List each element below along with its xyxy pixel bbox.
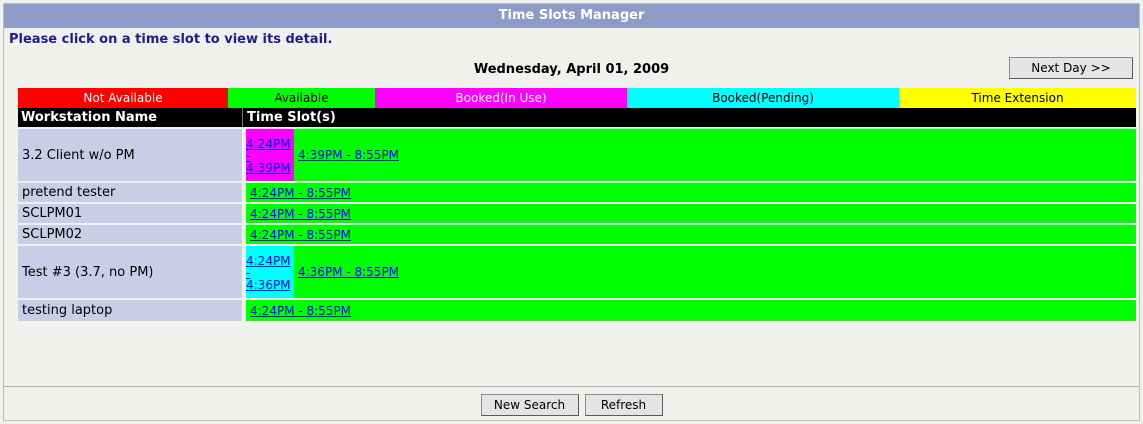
date-row: Wednesday, April 01, 2009 Next Day >> [4,52,1139,88]
page-title: Time Slots Manager [4,4,1139,28]
time-slot-table: Workstation Name Time Slot(s) 3.2 Client… [18,108,1136,321]
table-row: SCLPM01 4:24PM - 8:55PM [18,204,1136,223]
time-slot-available[interactable]: 4:39PM - 8:55PM [298,148,399,162]
slot-bar: 4:24PM - 8:55PM [246,183,1136,202]
workstation-name: SCLPM01 [18,204,242,223]
time-slot-booked-in-use[interactable]: 4:24PM - 4:39PM [246,129,294,181]
time-slot-available[interactable]: 4:24PM - 8:55PM [250,207,351,221]
table-row: testing laptop 4:24PM - 8:55PM [18,300,1136,321]
time-slot-available[interactable]: 4:36PM - 8:55PM [298,265,399,279]
new-search-button[interactable]: New Search [480,394,579,416]
legend-available: Available [228,88,375,108]
workstation-name: SCLPM02 [18,225,242,244]
table-row: pretend tester 4:24PM - 8:55PM [18,183,1136,202]
slot-bar: 4:24PM - 4:36PM 4:36PM - 8:55PM [246,246,1136,298]
table-header: Workstation Name Time Slot(s) [18,108,1136,127]
instruction-text: Please click on a time slot to view its … [9,32,333,47]
header-time-slots: Time Slot(s) [242,108,1136,127]
time-slots-window: Time Slots Manager Please click on a tim… [3,3,1140,421]
legend-time-extension: Time Extension [899,88,1136,108]
slot-bar: 4:24PM - 4:39PM 4:39PM - 8:55PM [246,129,1136,181]
time-slot-booked-pending[interactable]: 4:24PM - 4:36PM [246,246,294,298]
slot-bar: 4:24PM - 8:55PM [246,204,1136,223]
slot-bar: 4:24PM - 8:55PM [246,225,1136,244]
next-day-button[interactable]: Next Day >> [1009,57,1133,79]
legend-not-available: Not Available [18,88,228,108]
header-workstation-name: Workstation Name [21,110,157,125]
table-row: SCLPM02 4:24PM - 8:55PM [18,225,1136,244]
table-row: Test #3 (3.7, no PM) 4:24PM - 4:36PM 4:3… [18,246,1136,298]
bottom-toolbar: New Search Refresh [4,386,1139,423]
refresh-button[interactable]: Refresh [584,394,663,416]
legend-booked-in-use: Booked(In Use) [375,88,627,108]
workstation-name: 3.2 Client w/o PM [18,129,242,181]
workstation-name: Test #3 (3.7, no PM) [18,246,242,298]
legend-booked-pending: Booked(Pending) [627,88,899,108]
workstation-name: pretend tester [18,183,242,202]
current-date: Wednesday, April 01, 2009 [473,62,670,77]
slot-bar: 4:24PM - 8:55PM [246,300,1136,321]
workstation-name: testing laptop [18,300,242,321]
time-slot-available[interactable]: 4:24PM - 8:55PM [250,304,351,318]
time-slot-available[interactable]: 4:24PM - 8:55PM [250,228,351,242]
table-row: 3.2 Client w/o PM 4:24PM - 4:39PM 4:39PM… [18,129,1136,181]
status-legend: Not Available Available Booked(In Use) B… [18,88,1136,108]
time-slot-available[interactable]: 4:24PM - 8:55PM [250,186,351,200]
